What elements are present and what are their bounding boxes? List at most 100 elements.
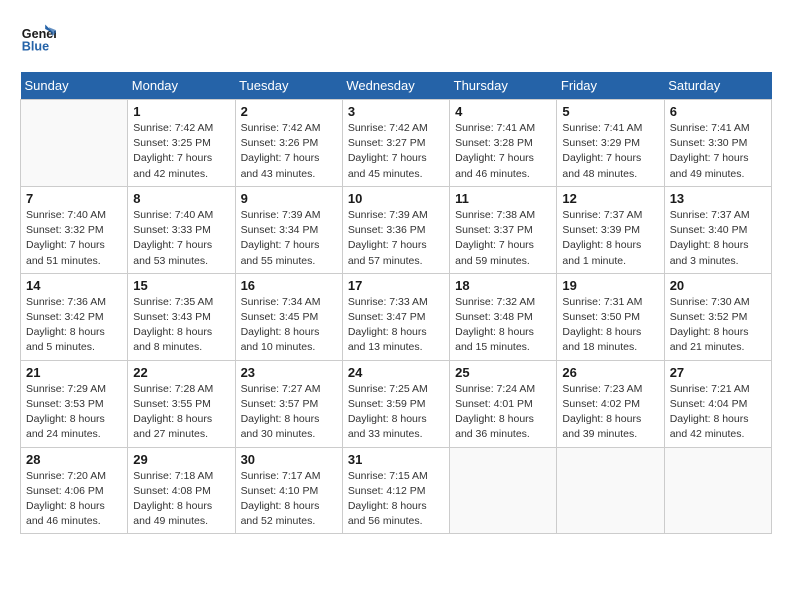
calendar-cell [664, 447, 771, 534]
day-number: 16 [241, 278, 337, 293]
day-number: 2 [241, 104, 337, 119]
calendar-cell [450, 447, 557, 534]
day-number: 23 [241, 365, 337, 380]
day-info: Sunrise: 7:21 AMSunset: 4:04 PMDaylight:… [670, 382, 766, 443]
calendar-header-row: SundayMondayTuesdayWednesdayThursdayFrid… [21, 72, 772, 100]
day-number: 20 [670, 278, 766, 293]
day-info: Sunrise: 7:41 AMSunset: 3:28 PMDaylight:… [455, 121, 551, 182]
calendar-cell: 30Sunrise: 7:17 AMSunset: 4:10 PMDayligh… [235, 447, 342, 534]
day-header-monday: Monday [128, 72, 235, 100]
calendar-cell: 15Sunrise: 7:35 AMSunset: 3:43 PMDayligh… [128, 273, 235, 360]
day-info: Sunrise: 7:38 AMSunset: 3:37 PMDaylight:… [455, 208, 551, 269]
day-info: Sunrise: 7:42 AMSunset: 3:25 PMDaylight:… [133, 121, 229, 182]
day-number: 21 [26, 365, 122, 380]
calendar-cell: 2 Sunrise: 7:42 AMSunset: 3:26 PMDaylight… [235, 100, 342, 187]
day-number: 25 [455, 365, 551, 380]
day-info: Sunrise: 7:39 AMSunset: 3:36 PMDaylight:… [348, 208, 444, 269]
calendar-table: SundayMondayTuesdayWednesdayThursdayFrid… [20, 72, 772, 534]
calendar-cell: 18 Sunrise: 7:32 AMSunset: 3:48 PMDayligh… [450, 273, 557, 360]
day-header-saturday: Saturday [664, 72, 771, 100]
day-info: Sunrise: 7:40 AMSunset: 3:32 PMDaylight:… [26, 208, 122, 269]
day-info: Sunrise: 7:33 AMSunset: 3:47 PMDaylight:… [348, 295, 444, 356]
calendar-cell: 17 Sunrise: 7:33 AMSunset: 3:47 PMDayligh… [342, 273, 449, 360]
logo: General Blue [20, 20, 60, 56]
day-info: Sunrise: 7:17 AMSunset: 4:10 PMDaylight:… [241, 469, 337, 530]
day-info: Sunrise: 7:30 AMSunset: 3:52 PMDaylight:… [670, 295, 766, 356]
calendar-cell: 28 Sunrise: 7:20 AMSunset: 4:06 PMDayligh… [21, 447, 128, 534]
calendar-cell: 22 Sunrise: 7:28 AMSunset: 3:55 PMDayligh… [128, 360, 235, 447]
day-info: Sunrise: 7:41 AMSunset: 3:30 PMDaylight:… [670, 121, 766, 182]
day-info: Sunrise: 7:20 AMSunset: 4:06 PMDaylight:… [26, 469, 122, 530]
day-number: 4 [455, 104, 551, 119]
day-number: 8 [133, 191, 229, 206]
day-number: 7 [26, 191, 122, 206]
logo-icon: General Blue [20, 20, 56, 56]
calendar-cell: 25 Sunrise: 7:24 AMSunset: 4:01 PMDayligh… [450, 360, 557, 447]
calendar-cell: 5Sunrise: 7:41 AMSunset: 3:29 PMDaylight… [557, 100, 664, 187]
day-info: Sunrise: 7:42 AMSunset: 3:27 PMDaylight:… [348, 121, 444, 182]
day-header-thursday: Thursday [450, 72, 557, 100]
calendar-cell: 16 Sunrise: 7:34 AMSunset: 3:45 PMDayligh… [235, 273, 342, 360]
calendar-cell: 20 Sunrise: 7:30 AMSunset: 3:52 PMDayligh… [664, 273, 771, 360]
calendar-week-row: 1 Sunrise: 7:42 AMSunset: 3:25 PMDaylight… [21, 100, 772, 187]
svg-text:Blue: Blue [22, 40, 49, 54]
day-info: Sunrise: 7:42 AMSunset: 3:26 PMDaylight:… [241, 121, 337, 182]
day-header-tuesday: Tuesday [235, 72, 342, 100]
day-info: Sunrise: 7:37 AMSunset: 3:40 PMDaylight:… [670, 208, 766, 269]
calendar-cell: 10 Sunrise: 7:39 AMSunset: 3:36 PMDayligh… [342, 186, 449, 273]
day-header-friday: Friday [557, 72, 664, 100]
day-info: Sunrise: 7:31 AMSunset: 3:50 PMDaylight:… [562, 295, 658, 356]
day-info: Sunrise: 7:40 AMSunset: 3:33 PMDaylight:… [133, 208, 229, 269]
day-info: Sunrise: 7:15 AMSunset: 4:12 PMDaylight:… [348, 469, 444, 530]
day-info: Sunrise: 7:29 AMSunset: 3:53 PMDaylight:… [26, 382, 122, 443]
day-info: Sunrise: 7:39 AMSunset: 3:34 PMDaylight:… [241, 208, 337, 269]
day-number: 6 [670, 104, 766, 119]
calendar-cell [21, 100, 128, 187]
calendar-week-row: 14 Sunrise: 7:36 AMSunset: 3:42 PMDayligh… [21, 273, 772, 360]
day-number: 17 [348, 278, 444, 293]
calendar-cell: 31Sunrise: 7:15 AMSunset: 4:12 PMDayligh… [342, 447, 449, 534]
day-number: 9 [241, 191, 337, 206]
calendar-cell: 23 Sunrise: 7:27 AMSunset: 3:57 PMDayligh… [235, 360, 342, 447]
calendar-cell: 21 Sunrise: 7:29 AMSunset: 3:53 PMDayligh… [21, 360, 128, 447]
day-number: 18 [455, 278, 551, 293]
day-info: Sunrise: 7:27 AMSunset: 3:57 PMDaylight:… [241, 382, 337, 443]
day-number: 27 [670, 365, 766, 380]
day-info: Sunrise: 7:23 AMSunset: 4:02 PMDaylight:… [562, 382, 658, 443]
day-info: Sunrise: 7:32 AMSunset: 3:48 PMDaylight:… [455, 295, 551, 356]
day-number: 11 [455, 191, 551, 206]
day-number: 22 [133, 365, 229, 380]
calendar-cell: 13Sunrise: 7:37 AMSunset: 3:40 PMDayligh… [664, 186, 771, 273]
calendar-cell: 1 Sunrise: 7:42 AMSunset: 3:25 PMDaylight… [128, 100, 235, 187]
day-info: Sunrise: 7:25 AMSunset: 3:59 PMDaylight:… [348, 382, 444, 443]
day-info: Sunrise: 7:34 AMSunset: 3:45 PMDaylight:… [241, 295, 337, 356]
day-number: 5 [562, 104, 658, 119]
day-info: Sunrise: 7:36 AMSunset: 3:42 PMDaylight:… [26, 295, 122, 356]
calendar-cell: 29Sunrise: 7:18 AMSunset: 4:08 PMDayligh… [128, 447, 235, 534]
day-number: 10 [348, 191, 444, 206]
calendar-cell: 14 Sunrise: 7:36 AMSunset: 3:42 PMDayligh… [21, 273, 128, 360]
day-info: Sunrise: 7:37 AMSunset: 3:39 PMDaylight:… [562, 208, 658, 269]
calendar-cell: 11 Sunrise: 7:38 AMSunset: 3:37 PMDayligh… [450, 186, 557, 273]
calendar-cell: 12 Sunrise: 7:37 AMSunset: 3:39 PMDayligh… [557, 186, 664, 273]
day-number: 29 [133, 452, 229, 467]
day-info: Sunrise: 7:24 AMSunset: 4:01 PMDaylight:… [455, 382, 551, 443]
calendar-cell: 19 Sunrise: 7:31 AMSunset: 3:50 PMDayligh… [557, 273, 664, 360]
day-number: 12 [562, 191, 658, 206]
day-info: Sunrise: 7:28 AMSunset: 3:55 PMDaylight:… [133, 382, 229, 443]
day-number: 14 [26, 278, 122, 293]
calendar-cell [557, 447, 664, 534]
calendar-cell: 27 Sunrise: 7:21 AMSunset: 4:04 PMDayligh… [664, 360, 771, 447]
day-number: 3 [348, 104, 444, 119]
page-header: General Blue [20, 20, 772, 56]
calendar-cell: 26Sunrise: 7:23 AMSunset: 4:02 PMDayligh… [557, 360, 664, 447]
day-number: 19 [562, 278, 658, 293]
day-number: 1 [133, 104, 229, 119]
day-header-wednesday: Wednesday [342, 72, 449, 100]
calendar-cell: 3 Sunrise: 7:42 AMSunset: 3:27 PMDaylight… [342, 100, 449, 187]
calendar-cell: 6 Sunrise: 7:41 AMSunset: 3:30 PMDaylight… [664, 100, 771, 187]
calendar-week-row: 28 Sunrise: 7:20 AMSunset: 4:06 PMDayligh… [21, 447, 772, 534]
day-info: Sunrise: 7:35 AMSunset: 3:43 PMDaylight:… [133, 295, 229, 356]
day-number: 24 [348, 365, 444, 380]
day-number: 28 [26, 452, 122, 467]
